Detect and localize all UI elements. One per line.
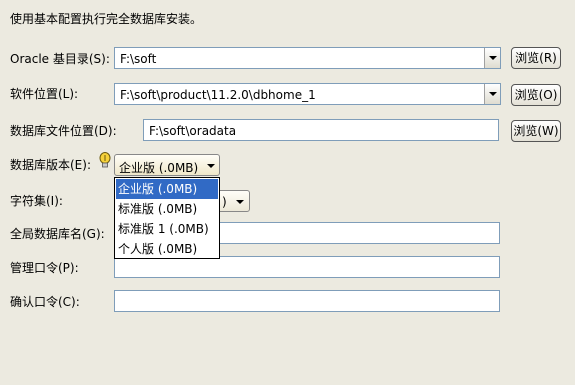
admin-password-field[interactable] [114,256,500,278]
db-edition-label: 数据库版本(E): [10,158,91,172]
admin-password-label: 管理口令(P): [10,261,79,275]
chevron-down-icon[interactable] [484,48,500,68]
db-file-location-label: 数据库文件位置(D): [10,124,117,138]
browse-software-location-button[interactable]: 浏览(O) [511,84,561,106]
oracle-base-label: Oracle 基目录(S): [10,52,110,66]
db-edition-combo[interactable]: 企业版 (.0MB) [114,154,220,176]
db-edition-option[interactable]: 标准版 (.0MB) [116,199,218,219]
confirm-password-field[interactable] [114,290,500,312]
intro-text: 使用基本配置执行完全数据库安装。 [10,12,203,26]
lightbulb-icon [99,152,111,170]
browse-oracle-base-button[interactable]: 浏览(R) [511,47,561,69]
db-edition-option[interactable]: 标准版 1 (.0MB) [116,219,218,239]
db-edition-value: 企业版 (.0MB) [119,161,199,175]
software-location-combo[interactable]: F:\soft\product\11.2.0\dbhome_1 [114,83,501,105]
charset-label: 字符集(I): [10,194,63,208]
software-location-label: 软件位置(L): [10,87,79,101]
chevron-down-icon[interactable] [207,164,215,168]
db-edition-option[interactable]: 企业版 (.0MB) [116,179,218,199]
oracle-base-combo[interactable]: F:\soft [114,47,501,69]
chevron-down-icon[interactable] [484,84,500,104]
db-edition-dropdown-list[interactable]: 企业版 (.0MB) 标准版 (.0MB) 标准版 1 (.0MB) 个人版 (… [114,177,220,259]
confirm-password-label: 确认口令(C): [10,295,80,309]
db-file-location-field[interactable]: F:\soft\oradata [143,119,499,141]
db-edition-option[interactable]: 个人版 (.0MB) [116,239,218,259]
global-db-name-field[interactable] [218,222,500,244]
software-location-value: F:\soft\product\11.2.0\dbhome_1 [120,88,316,102]
oracle-base-value: F:\soft [120,52,157,66]
browse-db-file-location-button[interactable]: 浏览(W) [511,120,561,142]
charset-value: ) [222,195,227,209]
db-file-location-value: F:\soft\oradata [149,124,237,138]
global-db-name-label: 全局数据库名(G): [10,227,105,241]
chevron-down-icon[interactable] [236,200,244,204]
